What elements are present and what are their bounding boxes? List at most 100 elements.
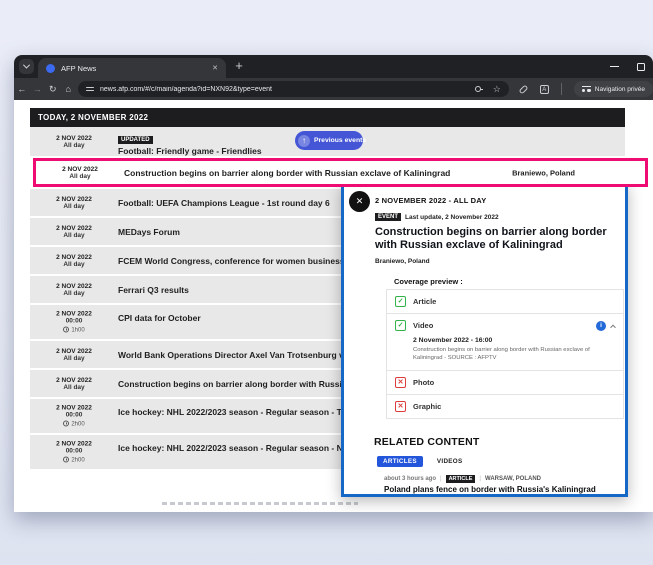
translate-icon[interactable]: A [540,85,549,94]
forward-icon[interactable]: → [30,84,46,94]
meta-divider: | [479,476,481,482]
check-icon: ✓ [395,296,406,307]
url-text: news.afp.com/#/c/main/agenda?id=NXN92&ty… [100,86,475,93]
cross-icon: ✕ [395,377,406,388]
browser-window: AFP News ✕ + ← → ↻ ⌂ news.afp.com/#/c/ma… [14,55,653,512]
coverage-item[interactable]: ✓ Article [387,290,623,313]
browser-toolbar: ← → ↻ ⌂ news.afp.com/#/c/main/agenda?id=… [14,78,653,100]
event-date-cell: 2 NOV 2022 All day [30,254,118,268]
event-time: All day [30,142,118,149]
event-location: Braniewo, Poland [512,168,575,177]
url-bar[interactable]: news.afp.com/#/c/main/agenda?id=NXN92&ty… [78,81,509,97]
coverage-item-head[interactable]: ✕ Graphic [387,395,623,418]
event-time: All day [30,203,118,210]
coverage-item[interactable]: ✓ Video i 2 November 2022 - 16:00 Constr… [387,313,623,370]
event-time: 00:00 [30,412,118,419]
check-icon: ✓ [395,320,406,331]
event-date-cell: 2 NOV 2022 00:00 2h00 [30,405,118,428]
event-date-cell: 2 NOV 2022 All day [30,196,118,210]
coverage-item-head[interactable]: ✓ Article [387,290,623,313]
close-icon[interactable]: ✕ [349,191,370,212]
time-ago: about 3 hours ago [384,476,436,482]
event-date: 2 NOV 2022 [30,283,118,290]
event-date: 2 NOV 2022 [30,196,118,203]
event-date: 2 NOV 2022 [30,441,118,448]
event-date: 2 NOV 2022 [30,405,118,412]
event-date-cell: 2 NOV 2022 All day [36,166,124,180]
info-icon[interactable]: i [596,321,606,331]
event-time: All day [30,384,118,391]
related-content-heading: RELATED CONTENT [374,436,479,448]
maximize-icon[interactable] [637,63,645,71]
event-date-cell: 2 NOV 2022 00:00 1h00 [30,311,118,334]
related-item-location: WARSAW, POLAND [485,476,541,482]
toolbar-actions: A Navigation privée [519,81,653,97]
event-detail-panel: ✕ 2 NOVEMBER 2022 - ALL DAY EVENT Last u… [341,183,628,497]
panel-date-header: 2 NOVEMBER 2022 - ALL DAY [375,196,486,205]
event-duration: 2h00 [30,457,118,464]
coverage-list: ✓ Article ✓ Video i 2 November 2022 - 16… [386,289,624,419]
previous-events-button[interactable]: ↑ Previous events [295,131,363,150]
event-date-cell: 2 NOV 2022 00:00 2h00 [30,441,118,464]
event-date-cell: 2 NOV 2022 All day [30,135,118,149]
article-badge: ARTICLE [446,475,476,483]
reload-icon[interactable]: ↻ [45,84,61,95]
tab-videos[interactable]: VIDEOS [437,458,463,465]
event-date: 2 NOV 2022 [30,225,118,232]
event-date: 2 NOV 2022 [30,135,118,142]
link-icon[interactable] [518,84,528,94]
tab-search-button[interactable] [19,59,34,74]
event-time: All day [30,261,118,268]
coverage-label: Photo [413,378,615,387]
event-title: Football: Friendly game - Friendlies [118,146,621,156]
arrow-up-icon: ↑ [298,135,310,147]
browser-tab-bar: AFP News ✕ + [14,55,653,78]
today-header: TODAY, 2 NOVEMBER 2022 [30,108,625,127]
coverage-item[interactable]: ✕ Graphic [387,394,623,418]
event-row[interactable]: 2 NOV 2022 All day Construction begins o… [33,158,648,187]
event-date: 2 NOV 2022 [30,377,118,384]
incognito-label: Navigation privée [595,86,645,93]
clock-icon [63,327,69,333]
meta-divider: | [440,476,442,482]
clipped-page-text [162,502,358,505]
tab-title: AFP News [61,64,212,73]
event-date-cell: 2 NOV 2022 All day [30,225,118,239]
event-date: 2 NOV 2022 [30,311,118,318]
panel-event-line: EVENT Last update, 2 November 2022 [375,213,499,221]
new-tab-button[interactable]: + [232,59,246,73]
cross-icon: ✕ [395,401,406,412]
event-date-cell: 2 NOV 2022 All day [30,377,118,391]
home-icon[interactable]: ⌂ [61,84,77,94]
event-duration: 1h00 [30,327,118,334]
panel-title: Construction begins on barrier along bor… [375,226,627,252]
minimize-icon[interactable] [610,66,619,67]
event-date-cell: 2 NOV 2022 All day [30,283,118,297]
related-item-title[interactable]: Poland plans fence on border with Russia… [384,485,596,494]
last-update-text: Last update, 2 November 2022 [405,214,499,221]
back-icon[interactable]: ← [14,84,30,94]
browser-tab[interactable]: AFP News ✕ [38,58,226,78]
updated-badge: UPDATED [118,136,153,144]
event-time: All day [30,355,118,362]
bookmark-star-icon[interactable]: ☆ [493,85,501,94]
event-time: 00:00 [30,448,118,455]
event-duration: 2h00 [30,421,118,428]
event-date: 2 NOV 2022 [36,166,124,173]
event-time: 00:00 [30,318,118,325]
event-time: All day [30,232,118,239]
coverage-label: Graphic [413,402,615,411]
tab-close-icon[interactable]: ✕ [212,65,218,72]
chevron-up-icon[interactable] [610,324,616,330]
window-controls [610,55,645,78]
coverage-detail: 2 November 2022 - 16:00 Construction beg… [387,337,623,370]
tab-articles[interactable]: ARTICLES [377,456,423,467]
site-info-icon[interactable] [86,85,94,93]
event-date-cell: 2 NOV 2022 All day [30,348,118,362]
panel-location: Braniewo, Poland [375,258,430,265]
coverage-item-head[interactable]: ✓ Video i [387,314,623,337]
passwords-icon[interactable] [475,85,483,93]
coverage-item[interactable]: ✕ Photo [387,370,623,394]
coverage-item-head[interactable]: ✕ Photo [387,371,623,394]
event-date: 2 NOV 2022 [30,254,118,261]
